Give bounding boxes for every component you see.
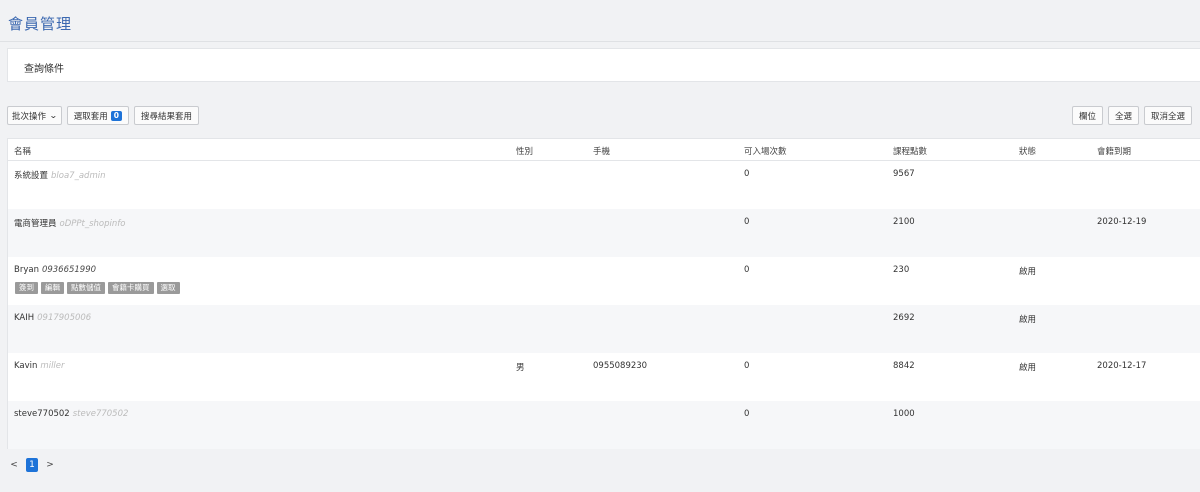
expiry-cell: 2020-12-17 — [1097, 361, 1147, 371]
member-username: oDPPt_shopinfo — [59, 219, 126, 229]
table-row[interactable]: 電商管理員 oDPPt_shopinfo 0 2100 2020-12-19 — [8, 209, 1200, 257]
chevron-down-icon: ⌄ — [49, 111, 58, 120]
table-header: 名稱 性別 手機 可入場次數 課程點數 狀態 會籍到期 — [8, 139, 1200, 161]
points-cell: 2692 — [893, 313, 915, 323]
member-display-name: Kavin — [14, 361, 38, 371]
checkin-button[interactable]: 簽到 — [15, 282, 38, 294]
header-points[interactable]: 課程點數 — [893, 145, 927, 157]
deselect-all-button[interactable]: 取消全選 — [1143, 106, 1192, 125]
select-count-badge: 0 — [110, 110, 122, 121]
header-gender[interactable]: 性別 — [516, 145, 533, 157]
pagination: < 1 > — [8, 458, 56, 472]
member-username: 0917905006 — [37, 313, 92, 323]
member-username: steve770502 — [72, 409, 129, 419]
member-name[interactable]: Kavin miller — [14, 361, 65, 371]
select-row-button[interactable]: 選取 — [156, 282, 180, 294]
member-display-name: 電商管理員 — [14, 219, 57, 229]
points-cell: 9567 — [893, 169, 915, 179]
select-all-button[interactable]: 全選 — [1107, 106, 1139, 125]
page-title: 會員管理 — [8, 15, 73, 33]
toolbar-left: 批次操作 ⌄ 選取套用 0 搜尋結果套用 — [7, 106, 199, 125]
status-cell: 啟用 — [1019, 267, 1037, 277]
member-display-name: 系統設置 — [14, 171, 49, 181]
status-cell: 啟用 — [1019, 315, 1037, 325]
entries-cell: 0 — [744, 361, 750, 371]
status-cell: 啟用 — [1019, 363, 1037, 373]
entries-cell: 0 — [744, 169, 750, 179]
columns-button[interactable]: 欄位 — [1071, 106, 1103, 125]
toolbar-right: 欄位 全選 取消全選 — [1071, 106, 1192, 125]
row-actions: 簽到 編輯 點數儲值 會籍卡購買 選取 — [15, 282, 180, 294]
member-name[interactable]: steve770502 steve770502 — [14, 409, 128, 419]
entries-cell: 0 — [744, 409, 750, 419]
member-username: bloa7_admin — [51, 171, 106, 181]
points-cell: 1000 — [893, 409, 915, 419]
points-topup-button[interactable]: 點數儲值 — [67, 282, 105, 294]
table-row[interactable]: Bryan 0936651990 0 230 啟用 簽到 編輯 點數儲值 會籍卡購… — [8, 257, 1200, 305]
header-expiry[interactable]: 會籍到期 — [1097, 145, 1131, 157]
entries-cell: 0 — [744, 217, 750, 227]
query-panel-title[interactable]: 查詢條件 — [24, 60, 64, 75]
member-username: miller — [40, 361, 65, 371]
header-entries[interactable]: 可入場次數 — [744, 145, 787, 157]
prev-page-button[interactable]: < — [8, 460, 20, 470]
membership-purchase-button[interactable]: 會籍卡購買 — [108, 282, 154, 294]
next-page-button[interactable]: > — [44, 460, 56, 470]
member-username: 0936651990 — [41, 265, 97, 275]
edit-button[interactable]: 編輯 — [41, 282, 64, 294]
batch-action-select[interactable]: 批次操作 ⌄ — [7, 106, 62, 125]
points-cell: 230 — [893, 265, 910, 275]
header-name[interactable]: 名稱 — [14, 145, 31, 157]
expiry-cell: 2020-12-19 — [1097, 217, 1147, 227]
member-name[interactable]: Bryan 0936651990 — [14, 265, 96, 275]
select-apply-label: 選取套用 — [73, 111, 108, 122]
current-page-button[interactable]: 1 — [26, 458, 38, 472]
select-apply-button[interactable]: 選取套用 0 — [66, 106, 129, 125]
header-status[interactable]: 狀態 — [1019, 145, 1036, 157]
points-cell: 2100 — [893, 217, 915, 227]
table-row[interactable]: 系統設置 bloa7_admin 0 9567 — [8, 161, 1200, 209]
query-panel[interactable]: 查詢條件 — [7, 48, 1200, 82]
points-cell: 8842 — [893, 361, 915, 371]
member-table: 名稱 性別 手機 可入場次數 課程點數 狀態 會籍到期 系統設置 bloa7_ad… — [7, 138, 1200, 449]
search-apply-button[interactable]: 搜尋結果套用 — [133, 106, 199, 125]
member-display-name: Bryan — [14, 265, 39, 275]
member-display-name: steve770502 — [14, 409, 70, 419]
member-name[interactable]: 電商管理員 oDPPt_shopinfo — [14, 217, 125, 229]
table-row[interactable]: KAIH 0917905006 2692 啟用 — [8, 305, 1200, 353]
table-row[interactable]: steve770502 steve770502 0 1000 — [8, 401, 1200, 449]
member-name[interactable]: 系統設置 bloa7_admin — [14, 169, 105, 181]
header-phone[interactable]: 手機 — [593, 145, 610, 157]
entries-cell: 0 — [744, 265, 750, 275]
gender-cell: 男 — [516, 363, 525, 373]
member-name[interactable]: KAIH 0917905006 — [14, 313, 91, 323]
title-divider — [0, 41, 1200, 42]
batch-action-label: 批次操作 — [12, 111, 47, 122]
member-display-name: KAIH — [14, 313, 35, 323]
phone-cell: 0955089230 — [593, 361, 648, 371]
table-row[interactable]: Kavin miller 男 0955089230 0 8842 啟用 2020-… — [8, 353, 1200, 401]
